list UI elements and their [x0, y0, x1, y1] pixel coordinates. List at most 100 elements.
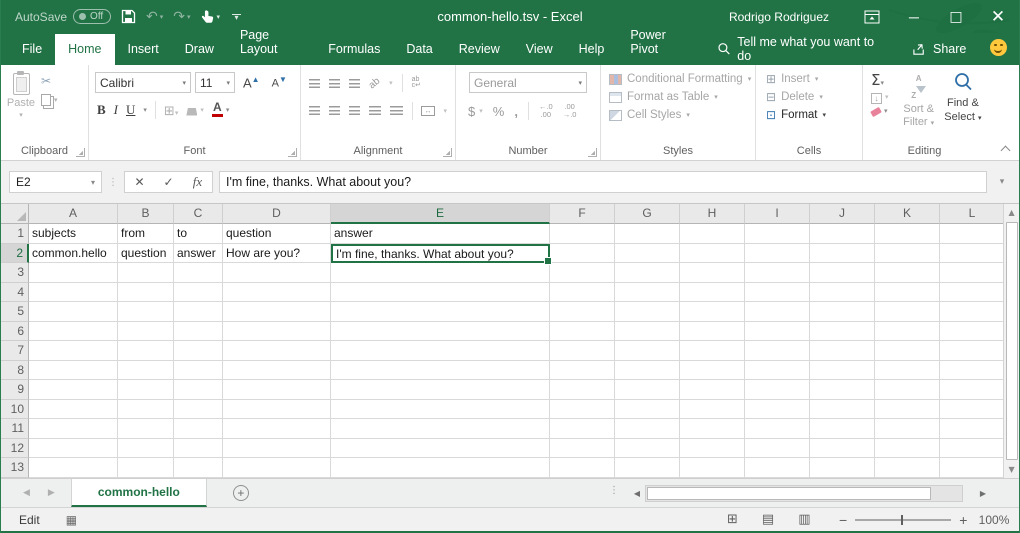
zoom-slider-thumb[interactable] — [901, 515, 903, 525]
cell-H9[interactable] — [680, 380, 745, 400]
cell-I4[interactable] — [745, 283, 810, 303]
fill-color-button[interactable]: ▾ — [186, 105, 204, 116]
zoom-in-button[interactable]: + — [959, 512, 967, 528]
cell-B4[interactable] — [118, 283, 174, 303]
cell-J2[interactable] — [810, 244, 875, 264]
next-sheet-icon[interactable]: ▶ — [48, 489, 55, 498]
cell-H7[interactable] — [680, 341, 745, 361]
undo-button[interactable]: ↶▾ — [146, 10, 163, 24]
tab-formulas[interactable]: Formulas — [315, 34, 393, 65]
cell-F2[interactable] — [550, 244, 615, 264]
cell-G9[interactable] — [615, 380, 680, 400]
confirm-edit-button[interactable]: ✓ — [154, 175, 183, 189]
cell-A2[interactable]: common.hello — [29, 244, 118, 264]
cell-G11[interactable] — [615, 419, 680, 439]
cell-E11[interactable] — [331, 419, 550, 439]
cell-B1[interactable]: from — [118, 224, 174, 244]
paste-button[interactable]: Paste ▾ — [1, 70, 41, 126]
cell-G7[interactable] — [615, 341, 680, 361]
comma-style-button[interactable]: , — [514, 104, 518, 119]
cell-A9[interactable] — [29, 380, 118, 400]
decrease-font-size-button[interactable]: A▼ — [268, 75, 291, 90]
cell-B8[interactable] — [118, 361, 174, 381]
cell-I5[interactable] — [745, 302, 810, 322]
name-box-dropdown-icon[interactable]: ▾ — [85, 178, 101, 187]
cell-L13[interactable] — [940, 458, 1003, 478]
cell-D2[interactable]: How are you? — [223, 244, 331, 264]
row-header-8[interactable]: 8 — [1, 361, 29, 381]
cell-L2[interactable] — [940, 244, 1003, 264]
cell-E10[interactable] — [331, 400, 550, 420]
cell-F1[interactable] — [550, 224, 615, 244]
row-header-11[interactable]: 11 — [1, 419, 29, 439]
cell-C3[interactable] — [174, 263, 223, 283]
cell-H8[interactable] — [680, 361, 745, 381]
cell-J4[interactable] — [810, 283, 875, 303]
wrap-text-button[interactable]: abc↵ — [412, 77, 421, 90]
feedback-smiley-icon[interactable] — [990, 39, 1007, 56]
cell-E9[interactable] — [331, 380, 550, 400]
cell-I1[interactable] — [745, 224, 810, 244]
cell-L4[interactable] — [940, 283, 1003, 303]
cell-I6[interactable] — [745, 322, 810, 342]
cell-G5[interactable] — [615, 302, 680, 322]
macro-record-icon[interactable]: ▦ — [66, 514, 77, 526]
customize-qat-button[interactable]: ▾ — [230, 14, 241, 19]
tab-file[interactable]: File — [9, 34, 55, 65]
name-box[interactable]: E2 ▾ — [9, 171, 102, 193]
tab-help[interactable]: Help — [566, 34, 618, 65]
cell-H3[interactable] — [680, 263, 745, 283]
insert-function-button[interactable]: fx — [183, 174, 212, 190]
format-cells-button[interactable]: ⊡ Format▾ — [766, 109, 862, 121]
column-header-I[interactable]: I — [745, 204, 810, 224]
cell-E13[interactable] — [331, 458, 550, 478]
cell-L3[interactable] — [940, 263, 1003, 283]
cell-D13[interactable] — [223, 458, 331, 478]
cell-L10[interactable] — [940, 400, 1003, 420]
cell-C5[interactable] — [174, 302, 223, 322]
find-select-button[interactable]: Find & Select ▾ — [944, 72, 982, 130]
cell-K2[interactable] — [875, 244, 940, 264]
cell-A12[interactable] — [29, 439, 118, 459]
underline-button[interactable]: U — [126, 102, 135, 118]
cell-J10[interactable] — [810, 400, 875, 420]
zoom-slider-track[interactable] — [855, 519, 951, 521]
column-header-B[interactable]: B — [118, 204, 174, 224]
autosave-pill[interactable]: Off — [73, 9, 111, 24]
cell-C7[interactable] — [174, 341, 223, 361]
cell-C6[interactable] — [174, 322, 223, 342]
conditional-formatting-button[interactable]: Conditional Formatting▾ — [609, 73, 755, 85]
cell-K1[interactable] — [875, 224, 940, 244]
collapse-ribbon-button[interactable] — [1001, 146, 1011, 156]
formula-bar-splitter[interactable]: ⋮ — [108, 177, 118, 188]
bold-button[interactable]: B — [97, 102, 106, 118]
row-header-5[interactable]: 5 — [1, 302, 29, 322]
tab-page-layout[interactable]: Page Layout — [227, 20, 315, 65]
cell-J5[interactable] — [810, 302, 875, 322]
cell-D1[interactable]: question — [223, 224, 331, 244]
align-left-button[interactable] — [309, 106, 320, 116]
cell-K7[interactable] — [875, 341, 940, 361]
cell-I12[interactable] — [745, 439, 810, 459]
cell-H13[interactable] — [680, 458, 745, 478]
cell-E2[interactable]: I'm fine, thanks. What about you? — [331, 244, 550, 264]
cell-H12[interactable] — [680, 439, 745, 459]
increase-indent-button[interactable] — [390, 106, 402, 116]
maximize-button[interactable]: □ — [935, 0, 977, 33]
cell-E3[interactable] — [331, 263, 550, 283]
horizontal-scrollbar[interactable]: ◀ ▶ — [629, 484, 997, 503]
page-layout-view-icon[interactable]: ▤ — [762, 513, 774, 526]
cell-L12[interactable] — [940, 439, 1003, 459]
cell-K3[interactable] — [875, 263, 940, 283]
cell-K5[interactable] — [875, 302, 940, 322]
cell-G3[interactable] — [615, 263, 680, 283]
column-header-E[interactable]: E — [331, 204, 550, 224]
cell-I10[interactable] — [745, 400, 810, 420]
clear-button[interactable]: ▾ — [871, 107, 894, 115]
tab-view[interactable]: View — [513, 34, 566, 65]
save-button[interactable] — [121, 9, 136, 24]
cell-B6[interactable] — [118, 322, 174, 342]
cell-L9[interactable] — [940, 380, 1003, 400]
tab-bar-splitter[interactable]: ⋮ — [609, 486, 619, 496]
cell-E5[interactable] — [331, 302, 550, 322]
